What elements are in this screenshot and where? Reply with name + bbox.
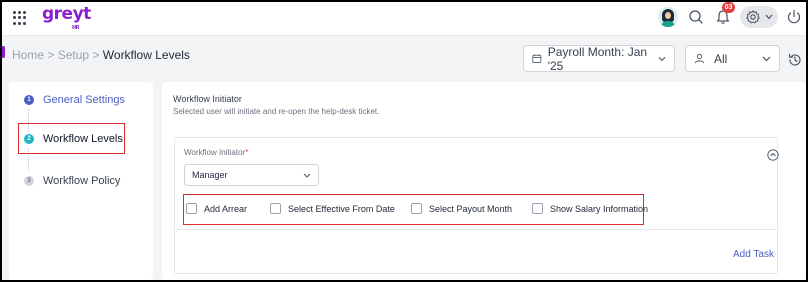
checkbox-salary-information[interactable]: Show Salary Information: [532, 203, 648, 214]
chevron-down-icon: [762, 56, 771, 61]
step-label: Workflow Levels: [43, 133, 123, 145]
payroll-month-value: Payroll Month: Jan '25: [547, 44, 648, 73]
avatar[interactable]: [658, 7, 678, 27]
logo-text: greyt: [42, 4, 91, 24]
field-label: Workflow Initiator*: [184, 148, 248, 157]
chevron-down-icon: [658, 56, 666, 61]
logo[interactable]: greyt HR: [42, 4, 91, 31]
field-label-text: Workflow Initiator: [184, 148, 246, 157]
section-title: Workflow Initiator: [173, 94, 242, 104]
scope-value: All: [714, 51, 728, 66]
divider: [175, 229, 777, 230]
initiator-card: Workflow Initiator* Manager Add Arrear S…: [174, 137, 779, 274]
checkbox[interactable]: [411, 203, 422, 214]
section-subtitle: Selected user will initiate and re-open …: [173, 107, 380, 116]
step-general-settings[interactable]: 1 General Settings: [24, 94, 125, 106]
gear-icon: [746, 10, 760, 24]
checkbox[interactable]: [270, 203, 281, 214]
breadcrumb-current: Workflow Levels: [102, 48, 190, 62]
notification-badge: 03: [722, 2, 735, 13]
search-icon[interactable]: [687, 8, 705, 26]
checkbox-label: Add Arrear: [204, 203, 248, 214]
breadcrumb: Home > Setup > Workflow Levels: [12, 48, 190, 62]
nav-indicator: [2, 46, 5, 58]
top-bar: greyt HR 03: [2, 2, 806, 36]
step-label: Workflow Policy: [43, 175, 121, 187]
checkbox-label: Select Effective From Date: [288, 203, 395, 214]
checkbox-effective-from-date[interactable]: Select Effective From Date: [270, 203, 395, 214]
scope-select[interactable]: All: [685, 45, 780, 72]
step-number: 1: [24, 95, 34, 105]
dropdown-value: Manager: [192, 170, 228, 180]
required-mark: *: [245, 148, 249, 157]
checkbox[interactable]: [532, 203, 543, 214]
app-launcher-icon[interactable]: [13, 11, 27, 25]
chevron-down-icon: [765, 14, 773, 20]
chevron-down-icon: [303, 173, 311, 178]
steps-panel: 1 General Settings 2 Workflow Levels 3 W…: [9, 82, 153, 280]
step-number: 3: [24, 176, 34, 186]
payroll-month-select[interactable]: Payroll Month: Jan '25: [523, 44, 675, 73]
step-number: 2: [24, 134, 34, 144]
checkbox-add-arrear[interactable]: Add Arrear: [186, 203, 247, 214]
add-task-link[interactable]: Add Task: [733, 249, 774, 260]
calendar-icon: [532, 54, 542, 63]
checkbox-label: Select Payout Month: [429, 203, 513, 214]
history-icon[interactable]: [787, 52, 803, 68]
breadcrumb-separator: >: [92, 48, 100, 62]
breadcrumb-setup[interactable]: Setup: [58, 48, 89, 62]
app-window: greyt HR 03 Home > Setup > Workflow Leve…: [2, 2, 806, 280]
settings-menu[interactable]: [740, 6, 778, 28]
power-icon[interactable]: [785, 8, 803, 26]
breadcrumb-home[interactable]: Home: [12, 48, 44, 62]
step-workflow-policy[interactable]: 3 Workflow Policy: [24, 175, 120, 187]
user-icon: [694, 53, 705, 64]
checkbox[interactable]: [186, 203, 197, 214]
checkbox-label: Show Salary Information: [550, 203, 649, 214]
workflow-initiator-select[interactable]: Manager: [184, 164, 319, 186]
checkbox-payout-month[interactable]: Select Payout Month: [411, 203, 512, 214]
main-panel: Workflow Initiator Selected user will in…: [162, 82, 806, 280]
logo-sub: HR: [72, 25, 80, 31]
collapse-icon[interactable]: [767, 149, 779, 161]
breadcrumb-separator: >: [47, 48, 55, 62]
step-workflow-levels[interactable]: 2 Workflow Levels: [24, 133, 123, 145]
step-label: General Settings: [43, 94, 125, 106]
